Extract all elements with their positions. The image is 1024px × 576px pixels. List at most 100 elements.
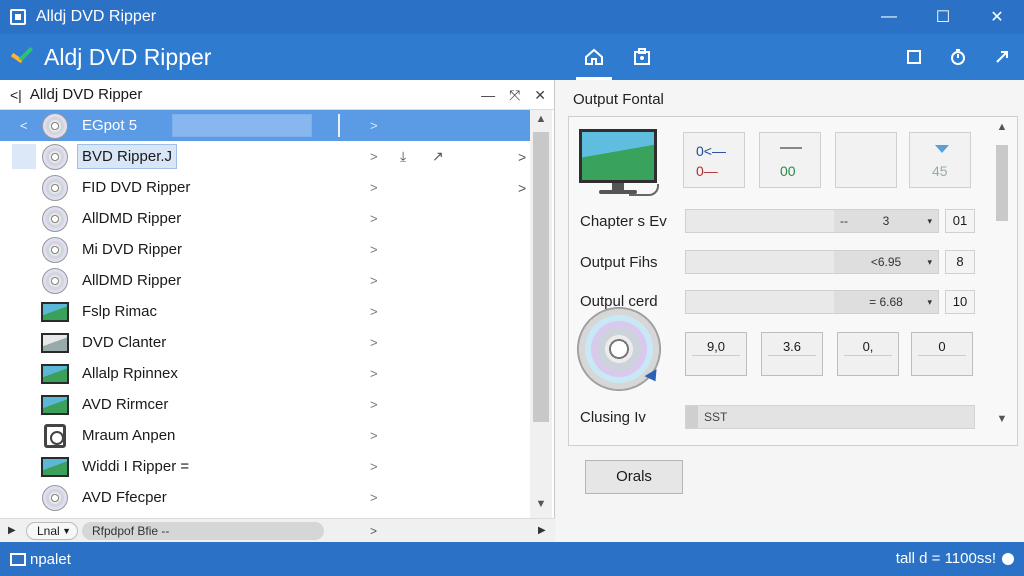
format-tile[interactable] (835, 132, 897, 188)
panel-pin-button[interactable]: ⤧ (509, 87, 520, 104)
filter-chip[interactable]: Rfpdpof Bfie -- (82, 522, 324, 540)
scroll-left-icon[interactable]: ▶ (8, 525, 16, 536)
output-files-label: Output Fihs (580, 254, 658, 271)
panel-close-button[interactable]: ✕ (534, 87, 546, 104)
chapters-marker: -- (840, 214, 848, 228)
format-tile[interactable]: 0<— 0— (683, 132, 745, 188)
list-item[interactable]: Mi DVD Ripper > (0, 234, 530, 265)
scroll-thumb[interactable] (996, 145, 1008, 221)
info-icon[interactable] (1002, 553, 1014, 565)
output-format-group: Output Fontal 0<— 0— 00 45 Chapter s Ev (568, 88, 1018, 516)
list-item-label: AllDMD Ripper (82, 210, 182, 227)
chevron-right-icon[interactable]: > (370, 211, 378, 226)
chevron-right-icon[interactable]: > (370, 428, 378, 443)
format-tile[interactable]: 00 (759, 132, 821, 188)
output-card-select[interactable]: = 6.68 ▾ (685, 290, 939, 314)
window-mode-button[interactable] (892, 34, 936, 80)
list-item[interactable]: AllDMD Ripper > (0, 203, 530, 234)
source-panel-title: Alldj DVD Ripper (29, 86, 143, 103)
list-item[interactable]: Allalp Rpinnex > (0, 358, 530, 389)
arrow-icon[interactable]: ↗ (432, 148, 444, 165)
chapters-value: -- 3 ▾ (834, 210, 938, 232)
scroll-up-icon[interactable]: ▲ (530, 113, 552, 129)
dash-icon (780, 147, 802, 149)
view-dropdown[interactable]: Lnal ▼ (26, 522, 78, 540)
chevron-right-icon[interactable]: > (370, 366, 378, 381)
media-icon (634, 48, 650, 65)
close-button[interactable]: ✕ (970, 0, 1024, 34)
scroll-right-icon[interactable]: ▶ (538, 525, 546, 536)
disc-icon (40, 484, 70, 511)
chevron-right-icon[interactable]: > (370, 242, 378, 257)
output-files-select[interactable]: <6.95 ▾ (685, 250, 939, 274)
tab-media[interactable] (618, 34, 666, 80)
chapters-count-field[interactable]: 01 (945, 209, 975, 233)
dvd-disc-icon (577, 307, 662, 391)
scroll-down-icon[interactable]: ▼ (992, 413, 1012, 425)
setting-box[interactable]: 0 (911, 332, 973, 376)
step-icon[interactable]: ⤓ (400, 148, 406, 165)
chevron-right-icon[interactable]: > (518, 149, 526, 165)
chevron-right-icon[interactable]: > (370, 459, 378, 474)
source-panel-header: <| Alldj DVD Ripper — ⤧ ✕ (0, 80, 554, 110)
chevron-right-icon[interactable]: > (370, 397, 378, 412)
list-item[interactable]: Mraum Anpen > (0, 420, 530, 451)
list-item[interactable]: BVD Ripper.J > ⤓ ↗ > (0, 141, 530, 172)
disc-icon (40, 205, 70, 232)
setting-box[interactable]: 3.6 (761, 332, 823, 376)
list-item[interactable]: AVD Ffecper > (0, 482, 530, 513)
list-item[interactable]: DVD Clanter > (0, 327, 530, 358)
monitor-preview-icon (579, 129, 659, 199)
timer-button[interactable] (936, 34, 980, 80)
chevron-right-icon[interactable]: > (370, 304, 378, 319)
chapters-select[interactable]: -- 3 ▾ (685, 209, 939, 233)
list-item[interactable]: Fslp Rimac > (0, 296, 530, 327)
status-left-text: npalet (30, 550, 71, 568)
back-button[interactable]: <| (10, 87, 22, 103)
scroll-up-icon[interactable]: ▲ (992, 121, 1012, 133)
list-item[interactable]: AVD Rirmcer > (0, 389, 530, 420)
maximize-button[interactable]: ☐ (916, 0, 970, 34)
chevron-right-icon[interactable]: > (370, 524, 377, 538)
list-item[interactable]: Widdi I Ripper = > (0, 451, 530, 482)
list-item-label: DVD Clanter (82, 334, 167, 351)
chevron-right-icon[interactable]: > (370, 149, 378, 164)
setting-box-value: 3.6 (782, 339, 802, 354)
closing-input[interactable]: SST (685, 405, 975, 429)
list-scrollbar[interactable]: ▲ ▼ (530, 110, 552, 518)
format-tile[interactable]: 45 (909, 132, 971, 188)
setting-box-value: 9,0 (706, 339, 726, 354)
status-icon (10, 552, 26, 566)
chevron-right-icon[interactable]: > (370, 273, 378, 288)
settings-scrollbar[interactable]: ▲ ▼ (992, 121, 1012, 441)
scroll-thumb[interactable] (533, 132, 549, 422)
output-files-count-field[interactable]: 8 (945, 250, 975, 274)
list-item[interactable]: < EGpot 5 > (0, 110, 530, 141)
setting-box[interactable]: 9,0 (685, 332, 747, 376)
action-button[interactable]: Orals (585, 460, 683, 494)
tab-home[interactable] (570, 34, 618, 80)
list-item-label: Allalp Rpinnex (82, 365, 178, 382)
monitor-icon (40, 330, 70, 355)
chevron-right-icon[interactable]: > (370, 335, 378, 350)
disc-icon (40, 112, 70, 139)
chevron-right-icon[interactable]: > (370, 180, 378, 195)
minimize-button[interactable]: — (862, 0, 916, 34)
output-files-value: <6.95 ▾ (834, 251, 938, 273)
chevron-right-icon[interactable]: > (518, 180, 526, 196)
scroll-down-icon[interactable]: ▼ (530, 498, 552, 514)
list-item-label: FID DVD Ripper (82, 179, 191, 196)
chevron-right-icon[interactable]: > (370, 118, 378, 133)
status-bar: npalet tall d = 1100ss! (0, 542, 1024, 576)
chevron-right-icon[interactable]: > (370, 490, 378, 505)
list-item[interactable]: AllDMD Ripper > (0, 265, 530, 296)
closing-value: SST (704, 410, 728, 424)
panel-minimize-button[interactable]: — (481, 87, 495, 103)
expand-button[interactable] (980, 34, 1024, 80)
collapse-icon[interactable]: < (20, 118, 28, 133)
rename-field[interactable] (172, 114, 312, 137)
setting-box[interactable]: 0, (837, 332, 899, 376)
list-item[interactable]: FID DVD Ripper > > (0, 172, 530, 203)
window-title: Alldj DVD Ripper (36, 8, 157, 25)
output-card-count-field[interactable]: 10 (945, 290, 975, 314)
